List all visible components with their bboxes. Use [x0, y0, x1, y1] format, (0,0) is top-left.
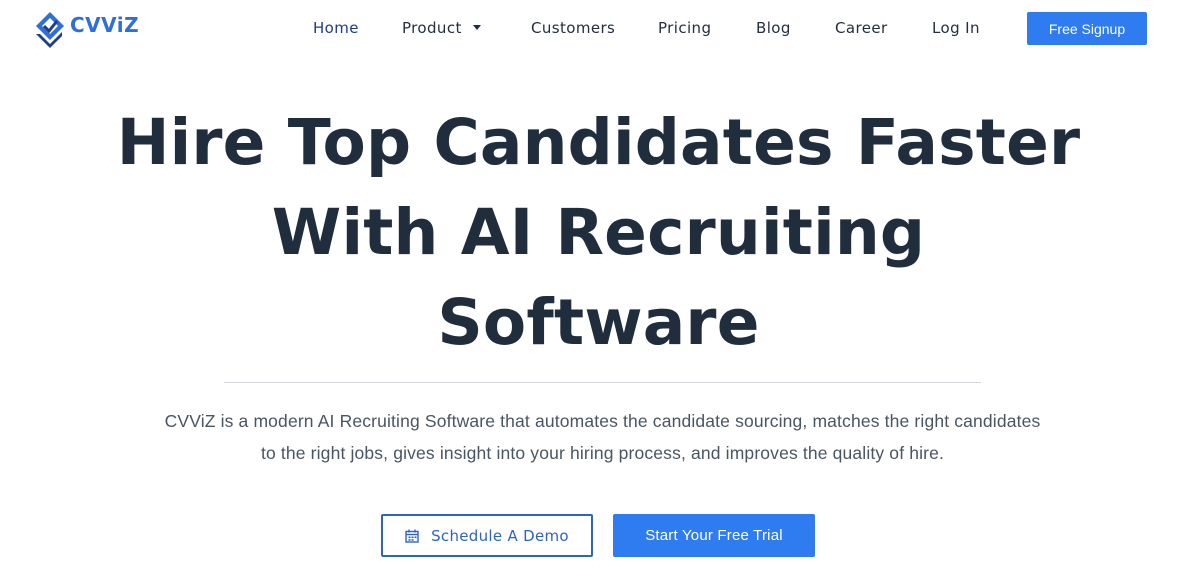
- hero-description: CVViZ is a modern AI Recruiting Software…: [100, 405, 1105, 469]
- top-navigation: Home Product Customers Pricing Blog Care…: [0, 0, 1197, 56]
- description-line: to the right jobs, gives insight into yo…: [260, 443, 945, 463]
- nav-pricing[interactable]: Pricing: [658, 19, 711, 37]
- headline-line: With AI Recruiting: [271, 196, 926, 269]
- schedule-demo-label: Schedule A Demo: [431, 526, 569, 545]
- caret-down-icon: [472, 25, 481, 30]
- calendar-icon: [405, 529, 419, 543]
- headline-line: Software: [437, 286, 760, 359]
- hero-headline: Hire Top Candidates Faster With AI Recru…: [0, 98, 1197, 368]
- headline-line: Hire Top Candidates Faster: [116, 106, 1081, 179]
- description-line: CVViZ is a modern AI Recruiting Software…: [164, 411, 1041, 431]
- start-free-trial-button[interactable]: Start Your Free Trial: [613, 514, 815, 557]
- schedule-demo-button[interactable]: Schedule A Demo: [381, 514, 593, 557]
- nav-login[interactable]: Log In: [932, 19, 980, 37]
- nav-blog[interactable]: Blog: [756, 19, 791, 37]
- nav-career[interactable]: Career: [835, 19, 888, 37]
- nav-product-label: Product: [402, 19, 462, 37]
- nav-home[interactable]: Home: [313, 19, 359, 37]
- nav-customers[interactable]: Customers: [531, 19, 615, 37]
- divider: [224, 382, 981, 383]
- free-signup-button[interactable]: Free Signup: [1027, 12, 1147, 45]
- nav-product[interactable]: Product: [402, 19, 481, 37]
